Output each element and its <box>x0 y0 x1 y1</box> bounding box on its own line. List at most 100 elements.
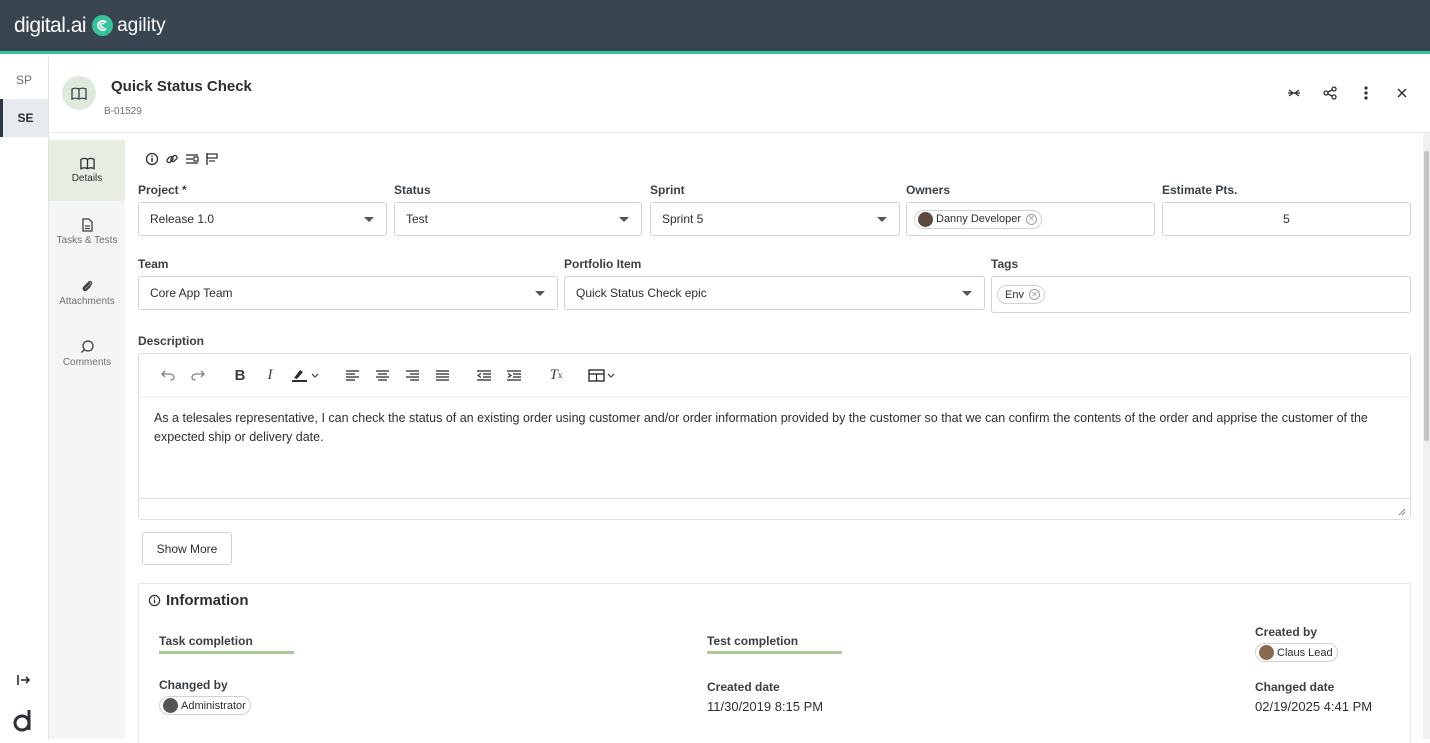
digital-ai-d-icon[interactable] <box>12 705 36 733</box>
avatar <box>1259 645 1274 660</box>
share-icon[interactable] <box>1312 83 1348 103</box>
story-book-icon <box>62 76 96 110</box>
owners-label: Owners <box>906 183 951 197</box>
estimate-value: 5 <box>1283 212 1290 226</box>
tab-comments[interactable]: Comments <box>49 323 125 384</box>
details-panel: Project * Release 1.0 Status Test Sprint… <box>125 140 1423 743</box>
project-value: Release 1.0 <box>150 212 215 226</box>
book-icon <box>79 157 95 170</box>
description-editor[interactable]: B I Tx As a telesales representative, I … <box>138 353 1411 520</box>
changed-by-chip[interactable]: Administrator <box>159 696 251 715</box>
description-text[interactable]: As a telesales representative, I can che… <box>139 396 1410 460</box>
sprint-select[interactable]: Sprint 5 <box>650 202 900 236</box>
estimate-input[interactable]: 5 <box>1162 202 1411 236</box>
changed-by-label: Changed by <box>159 678 228 692</box>
task-completion-bar <box>159 651 294 654</box>
scrollbar-thumb[interactable] <box>1424 151 1429 441</box>
redo-icon[interactable] <box>183 363 213 387</box>
left-rail: SP SE <box>0 57 49 739</box>
tab-attachments-label: Attachments <box>59 295 115 307</box>
clear-format-icon[interactable]: Tx <box>541 363 571 387</box>
tags-label: Tags <box>991 257 1019 271</box>
tab-details[interactable]: Details <box>49 140 125 201</box>
team-select[interactable]: Core App Team <box>138 276 558 310</box>
info-circle-icon[interactable] <box>145 152 159 169</box>
owners-field[interactable]: Danny Developer ✕ <box>906 202 1155 236</box>
details-scrollbar[interactable] <box>1423 133 1430 739</box>
tab-attachments[interactable]: Attachments <box>49 262 125 323</box>
sprint-label: Sprint <box>650 183 685 197</box>
close-icon[interactable] <box>1384 83 1420 103</box>
status-value: Test <box>406 212 429 226</box>
tab-tasks-tests-label: Tasks & Tests <box>56 234 118 246</box>
team-value: Core App Team <box>150 286 233 300</box>
align-left-icon[interactable] <box>337 363 367 387</box>
highlight-icon[interactable] <box>285 363 325 387</box>
sprint-value: Sprint 5 <box>662 212 704 226</box>
outdent-icon[interactable] <box>469 363 499 387</box>
estimate-label: Estimate Pts. <box>1162 183 1238 197</box>
resize-handle-icon <box>1398 508 1406 516</box>
created-by-chip[interactable]: Claus Lead <box>1255 643 1338 662</box>
created-date-label: Created date <box>707 680 780 694</box>
tag-chip[interactable]: Env ✕ <box>997 285 1045 304</box>
document-icon <box>81 217 93 232</box>
remove-chip-icon[interactable]: ✕ <box>1028 289 1040 300</box>
undo-icon[interactable] <box>153 363 183 387</box>
story-title[interactable]: Quick Status Check <box>111 78 252 95</box>
expand-rail-icon[interactable] <box>0 674 48 689</box>
rail-item-se[interactable]: SE <box>0 99 48 137</box>
align-right-icon[interactable] <box>397 363 427 387</box>
link-icon[interactable] <box>165 152 179 169</box>
avatar <box>163 698 178 713</box>
portfolio-select[interactable]: Quick Status Check epic <box>564 276 985 310</box>
story-header: Quick Status Check B-01529 <box>49 57 1430 133</box>
info-circle-icon <box>148 594 161 607</box>
align-justify-icon[interactable] <box>427 363 457 387</box>
created-date-value: 11/30/2019 8:15 PM <box>707 699 824 714</box>
collapse-icon[interactable] <box>1276 83 1312 103</box>
description-label: Description <box>138 334 205 348</box>
agility-logo-icon <box>92 15 114 36</box>
tags-field[interactable]: Env ✕ <box>991 276 1411 313</box>
table-icon[interactable] <box>583 363 623 387</box>
digital-ai-logo[interactable]: digital.ai <box>14 14 87 38</box>
owner-chip[interactable]: Danny Developer ✕ <box>914 209 1042 229</box>
align-center-icon[interactable] <box>367 363 397 387</box>
editor-status-bar <box>139 498 1410 519</box>
show-more-button[interactable]: Show More <box>142 532 232 565</box>
header-actions <box>1276 83 1420 103</box>
information-header[interactable]: Information <box>148 592 249 609</box>
changed-date-value: 02/19/2025 4:41 PM <box>1255 699 1373 714</box>
project-label: Project * <box>138 183 187 197</box>
chevron-down-icon <box>962 291 972 296</box>
tab-tasks-tests[interactable]: Tasks & Tests <box>49 201 125 262</box>
status-select[interactable]: Test <box>394 202 642 236</box>
remove-chip-icon[interactable]: ✕ <box>1026 213 1037 225</box>
bold-icon[interactable]: B <box>225 363 255 387</box>
paperclip-icon <box>82 280 93 291</box>
agility-logo[interactable]: agility <box>92 15 166 37</box>
agility-brand-text: agility <box>117 14 166 36</box>
indent-icon[interactable] <box>499 363 529 387</box>
detail-side-tabs: Details Tasks & Tests Attachments Commen… <box>49 140 125 739</box>
flag-list-icon[interactable] <box>205 152 219 169</box>
test-completion-label: Test completion <box>707 634 799 648</box>
tag-name: Env <box>1005 288 1024 301</box>
rail-item-sp[interactable]: SP <box>0 61 48 99</box>
changed-by-name: Administrator <box>181 699 246 712</box>
top-header: digital.ai agility <box>0 0 1430 54</box>
editor-toolbar: B I Tx <box>139 354 1410 396</box>
test-completion-bar <box>707 651 842 654</box>
information-title: Information <box>166 592 249 609</box>
created-by-label: Created by <box>1255 625 1318 639</box>
italic-icon[interactable]: I <box>255 363 285 387</box>
tab-comments-label: Comments <box>62 356 112 368</box>
list-settings-icon[interactable] <box>185 152 199 169</box>
project-select[interactable]: Release 1.0 <box>138 202 387 236</box>
created-by-name: Claus Lead <box>1277 646 1333 659</box>
more-options-icon[interactable] <box>1348 83 1384 103</box>
story-number: B-01529 <box>104 106 142 117</box>
portfolio-value: Quick Status Check epic <box>576 286 707 300</box>
team-label: Team <box>138 257 169 271</box>
